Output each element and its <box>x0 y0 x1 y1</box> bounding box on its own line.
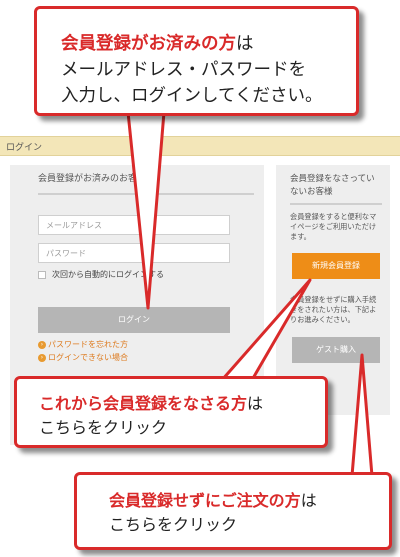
callout-bottom-line1: 会員登録せずにご注文の方は <box>109 489 389 513</box>
callout-top-suffix: は <box>236 34 254 54</box>
callout-new-member: これから会員登録をなさる方は こちらをクリック <box>14 376 328 448</box>
callout-bottom-emphasis: 会員登録せずにご注文の方 <box>109 491 301 510</box>
callout-guest-order: 会員登録せずにご注文の方は こちらをクリック <box>74 472 392 550</box>
callout-bottom-line2: こちらをクリック <box>109 515 238 534</box>
callout-tail-middle <box>220 278 312 382</box>
callout-middle-emphasis: これから会員登録をなさる方 <box>39 394 248 413</box>
callout-top-line2: メールアドレス・パスワードを <box>61 60 306 80</box>
callout-login-instructions: 会員登録がお済みの方は メールアドレス・パスワードを 入力し、ログインしてくださ… <box>34 6 359 116</box>
callout-tail-bottom <box>350 353 374 478</box>
callout-middle-suffix: は <box>247 394 264 413</box>
callout-top-line3: 入力し、ログインしてください。 <box>61 86 323 106</box>
callout-middle-line2: こちらをクリック <box>39 418 168 437</box>
callout-top-emphasis: 会員登録がお済みの方 <box>61 34 236 54</box>
callout-bottom-suffix: は <box>300 491 317 510</box>
callout-middle-line1: これから会員登録をなさる方は <box>39 392 325 416</box>
callout-top-line1: 会員登録がお済みの方は <box>61 31 356 57</box>
callout-tail-top <box>126 110 166 310</box>
